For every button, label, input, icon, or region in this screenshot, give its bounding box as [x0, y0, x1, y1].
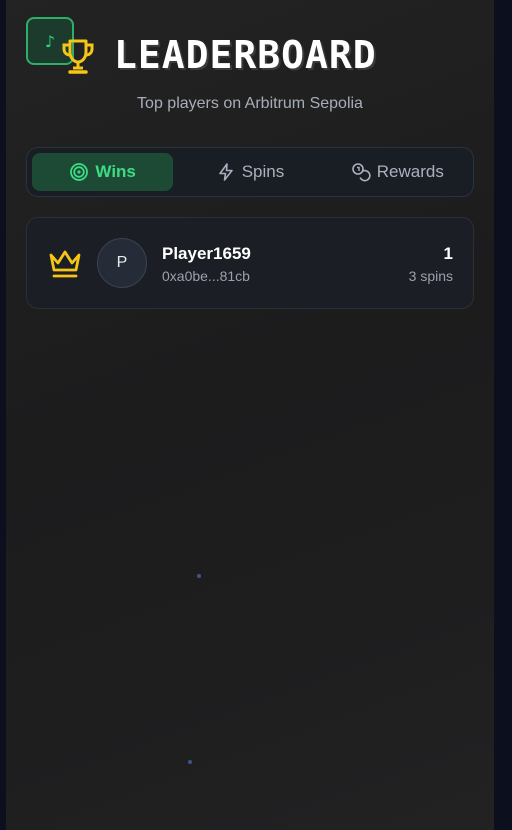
player-address: 0xa0be...81cb — [162, 268, 250, 284]
trophy-icon — [62, 39, 94, 74]
coins-icon — [351, 163, 371, 182]
win-count: 1 — [443, 244, 453, 263]
background-dot — [188, 760, 192, 764]
crown-icon — [49, 250, 81, 278]
page-title: LEADERBOARD — [114, 33, 377, 77]
tab-spins-label: Spins — [241, 162, 285, 181]
avatar: P — [97, 238, 147, 288]
leaderboard-panel: ♪ LEADERBOARD Top players on Arbitrum Se… — [6, 0, 494, 830]
tab-wins[interactable]: Wins — [32, 153, 174, 191]
page-subtitle: Top players on Arbitrum Sepolia — [137, 95, 363, 112]
player-name: Player1659 — [162, 244, 251, 263]
tab-bar: Wins Spins Rewards — [26, 147, 474, 197]
leaderboard-row[interactable]: P Player1659 0xa0be...81cb 1 3 spins — [26, 217, 474, 309]
tab-rewards[interactable]: Rewards — [327, 153, 468, 191]
tab-rewards-label: Rewards — [376, 162, 444, 181]
tab-wins-label: Wins — [95, 162, 136, 181]
lightning-icon — [218, 163, 233, 181]
tab-spins[interactable]: Spins — [179, 153, 320, 191]
spin-count: 3 spins — [408, 268, 453, 284]
header: ♪ LEADERBOARD Top players on Arbitrum Se… — [6, 0, 494, 130]
background-dot — [197, 574, 201, 578]
target-icon — [70, 163, 89, 181]
